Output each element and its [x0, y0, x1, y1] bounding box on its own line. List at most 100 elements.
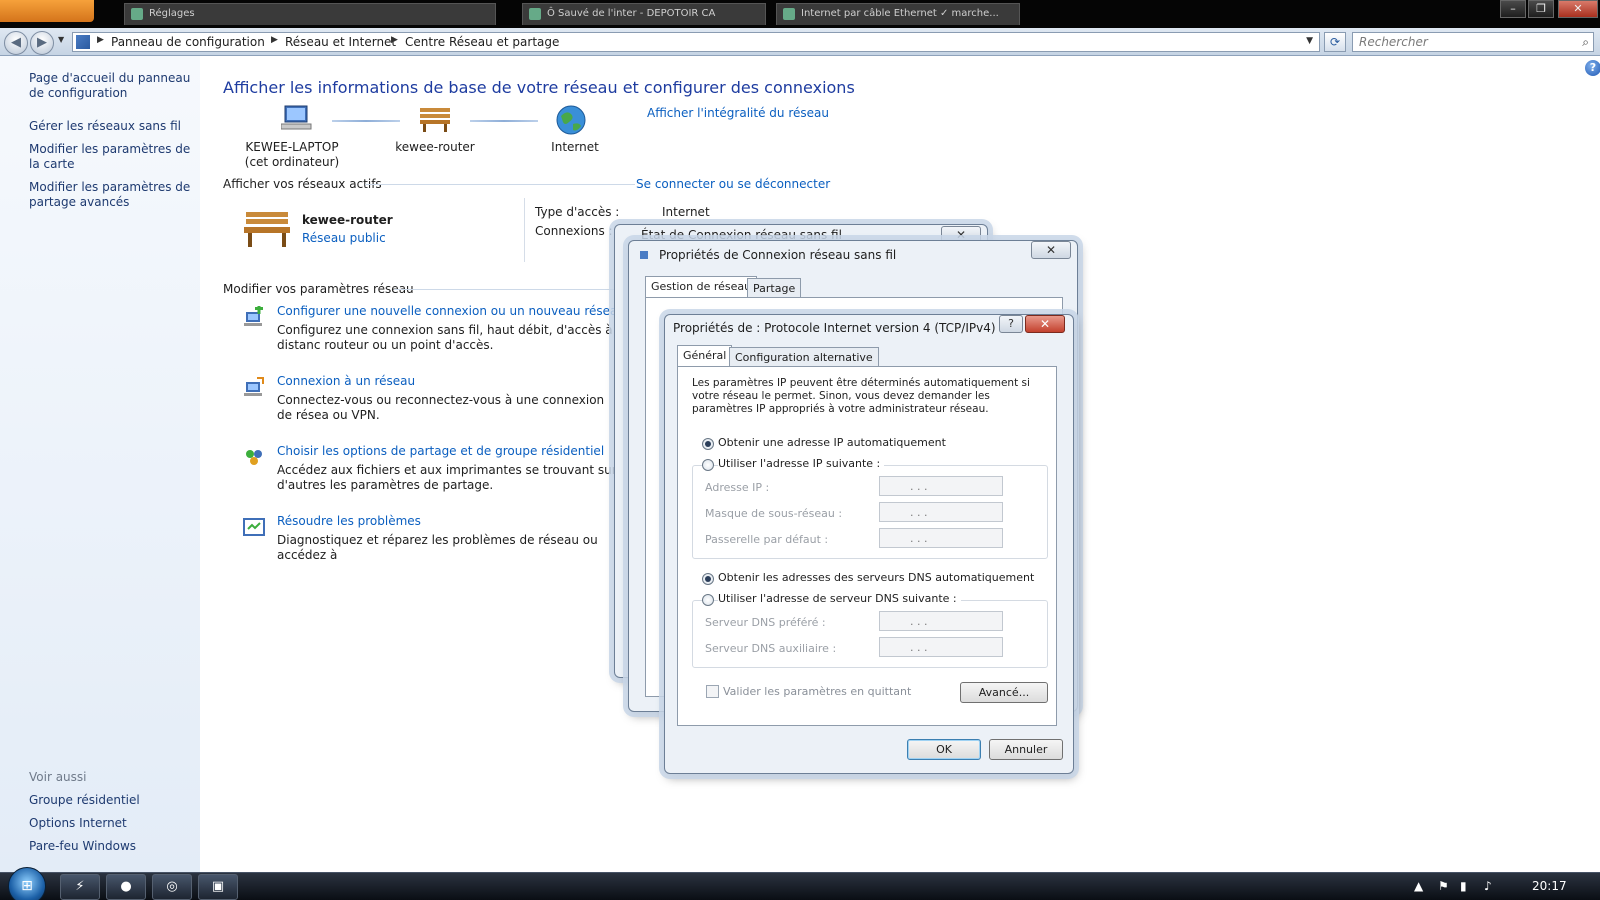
radio-dns-auto[interactable] — [702, 573, 714, 585]
search-placeholder: Rechercher — [1359, 35, 1428, 49]
lp-link-wireless[interactable]: Gérer les réseaux sans fil — [29, 119, 194, 134]
tray-network-icon[interactable]: ▮ — [1460, 879, 1467, 893]
wireless-icon — [640, 251, 648, 259]
window-tab-3[interactable]: Internet par câble Ethernet ✓ marche... — [776, 3, 1020, 25]
search-icon[interactable]: ⌕ — [1582, 35, 1589, 50]
tab-alternate-config[interactable]: Configuration alternative — [729, 347, 879, 367]
address-field[interactable]: ▶ Panneau de configuration ▶ Réseau et I… — [72, 32, 1320, 52]
dns-alternate-label: Serveur DNS auxiliaire : — [705, 642, 837, 655]
ok-button[interactable]: OK — [907, 739, 981, 760]
forward-button[interactable]: ▶ — [30, 31, 54, 55]
task-troubleshoot-desc: Diagnostiquez et réparez les problèmes d… — [277, 533, 598, 562]
ipv4-dialog-title: Propriétés de : Protocole Internet versi… — [673, 321, 996, 335]
dns-preferred-label: Serveur DNS préféré : — [705, 616, 826, 629]
see-also-internet-options[interactable]: Options Internet — [29, 816, 194, 831]
new-connection-icon — [244, 306, 263, 326]
help-icon[interactable]: ? — [1585, 60, 1600, 76]
see-also-homegroup[interactable]: Groupe résidentiel — [29, 793, 194, 808]
window-tab-label: Ô Sauvé de l'inter - DEPOTOIR CA — [547, 8, 716, 19]
radio-ip-manual[interactable] — [702, 459, 714, 471]
vertical-divider — [524, 198, 525, 262]
section-divider — [365, 184, 635, 185]
ip-address-field: . . . — [879, 476, 1003, 496]
breadcrumb-control-panel[interactable]: Panneau de configuration — [111, 35, 265, 49]
control-panel-icon — [76, 35, 90, 49]
breadcrumb-network-center[interactable]: Centre Réseau et partage — [405, 35, 559, 49]
taskbar-control-panel[interactable]: ▣ — [198, 874, 238, 900]
gateway-field: . . . — [879, 528, 1003, 548]
advanced-button[interactable]: Avancé... — [960, 682, 1048, 703]
close-window-button[interactable]: ✕ — [1558, 0, 1598, 18]
history-dropdown-icon[interactable]: ▼ — [58, 35, 64, 44]
crumb-arrow-icon[interactable]: ▶ — [271, 35, 278, 45]
tray-security-icon[interactable]: ⚑ — [1438, 879, 1449, 893]
tab-sharing[interactable]: Partage — [747, 278, 802, 298]
taskbar-network-app[interactable]: ⚡ — [60, 874, 100, 900]
dns-alternate-field: . . . — [879, 637, 1003, 657]
router-bench-icon — [420, 108, 450, 132]
task-connect-network-link[interactable]: Connexion à un réseau — [277, 374, 415, 388]
task-new-connection-desc: Configurez une connexion sans fil, haut … — [277, 323, 613, 352]
window-tab-2[interactable]: Ô Sauvé de l'inter - DEPOTOIR CA — [522, 3, 766, 25]
see-also-header: Voir aussi — [29, 770, 87, 784]
ip-dots: . . . — [910, 506, 928, 519]
ipv4-close-button[interactable]: ✕ — [1025, 315, 1065, 333]
lp-link-home[interactable]: Page d'accueil du panneau de configurati… — [29, 71, 194, 101]
radio-ip-auto[interactable] — [702, 438, 714, 450]
modify-settings-header: Modifier vos paramètres réseau — [223, 282, 414, 296]
computer-icon — [281, 105, 312, 130]
see-also-firewall[interactable]: Pare-feu Windows — [29, 839, 194, 854]
validate-checkbox-label[interactable]: Valider les paramètres en quittant — [723, 685, 911, 698]
crumb-arrow-icon[interactable]: ▶ — [97, 35, 104, 45]
radio-dns-manual[interactable] — [702, 594, 714, 606]
task-homegroup-desc: Accédez aux fichiers et aux imprimantes … — [277, 463, 617, 492]
computer-sub: (cet ordinateur) — [244, 155, 340, 169]
task-new-connection-link[interactable]: Configurer une nouvelle connexion ou un … — [277, 304, 625, 318]
taskbar-firefox[interactable]: ● — [106, 874, 146, 900]
breadcrumb-network-internet[interactable]: Réseau et Internet — [285, 35, 396, 49]
start-button[interactable]: ⊞ — [8, 867, 46, 900]
app-tab-orange[interactable] — [0, 0, 94, 22]
taskbar-steam[interactable]: ◎ — [152, 874, 192, 900]
tab-network-management[interactable]: Gestion de réseau — [645, 276, 758, 298]
ip-dots: . . . — [910, 532, 928, 545]
subnet-mask-label: Masque de sous-réseau : — [705, 507, 843, 520]
dns-preferred-field: . . . — [879, 611, 1003, 631]
crumb-arrow-icon[interactable]: ▶ — [391, 35, 398, 45]
network-type-link[interactable]: Réseau public — [302, 231, 386, 245]
task-troubleshoot-link[interactable]: Résoudre les problèmes — [277, 514, 421, 528]
cancel-button[interactable]: Annuler — [989, 739, 1063, 760]
connect-disconnect-link[interactable]: Se connecter ou se déconnecter — [636, 177, 830, 191]
active-networks-header: Afficher vos réseaux actifs — [223, 177, 382, 191]
lp-link-adapter[interactable]: Modifier les paramètres de la carte — [29, 142, 194, 172]
view-full-map-link[interactable]: Afficher l'intégralité du réseau — [647, 106, 829, 120]
tab-icon — [131, 8, 143, 20]
clock[interactable]: 20:17 — [1532, 879, 1567, 893]
radio-ip-auto-label[interactable]: Obtenir une adresse IP automatiquement — [718, 436, 946, 449]
radio-dns-auto-label[interactable]: Obtenir les adresses des serveurs DNS au… — [718, 571, 1034, 584]
task-homegroup-link[interactable]: Choisir les options de partage et de gro… — [277, 444, 604, 458]
restore-button[interactable]: ❐ — [1528, 0, 1554, 18]
window-tab-1[interactable]: Réglages — [124, 3, 496, 25]
public-network-bench-icon — [244, 212, 290, 247]
homegroup-icon — [246, 450, 262, 465]
tab-general[interactable]: Général — [677, 345, 733, 367]
window-tab-label: Réglages — [149, 8, 195, 19]
tray-volume-icon[interactable]: ♪ — [1484, 879, 1492, 893]
ipv4-help-button[interactable]: ? — [999, 315, 1023, 333]
tray-expand-icon[interactable]: ▲ — [1414, 879, 1423, 893]
minimize-button[interactable]: – — [1500, 0, 1526, 18]
map-computer-label[interactable]: KEWEE-LAPTOP (cet ordinateur) — [242, 140, 342, 170]
properties-dialog-close-button[interactable]: ✕ — [1031, 241, 1071, 259]
map-internet-label[interactable]: Internet — [540, 140, 610, 155]
lp-link-sharing[interactable]: Modifier les paramètres de partage avanc… — [29, 180, 194, 210]
validate-checkbox[interactable] — [706, 685, 719, 698]
left-task-panel — [0, 56, 200, 872]
radio-ip-manual-label[interactable]: Utiliser l'adresse IP suivante : — [718, 457, 885, 470]
refresh-button[interactable]: ⟳ — [1324, 32, 1346, 52]
address-dropdown-icon[interactable]: ▼ — [1306, 36, 1313, 46]
search-input[interactable]: Rechercher ⌕ — [1352, 32, 1594, 52]
map-router-label[interactable]: kewee-router — [394, 140, 476, 155]
back-button[interactable]: ◀ — [4, 31, 28, 55]
radio-dns-manual-label[interactable]: Utiliser l'adresse de serveur DNS suivan… — [718, 592, 961, 605]
